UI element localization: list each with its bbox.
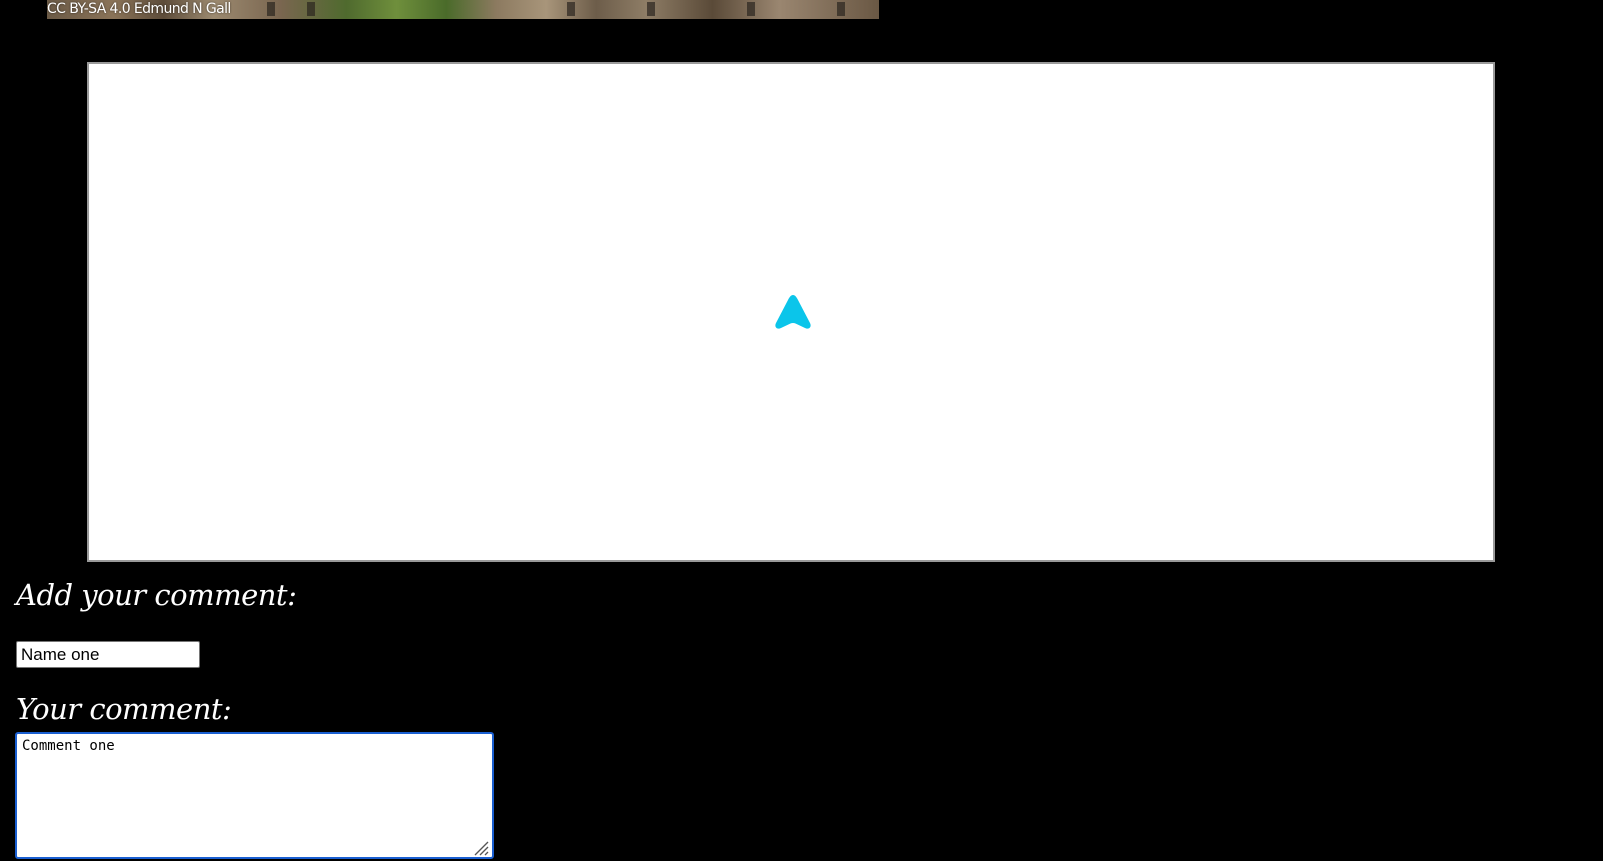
photo-detail — [307, 2, 315, 16]
comment-textarea[interactable]: Comment one — [15, 732, 494, 859]
photo-detail — [647, 2, 655, 16]
add-comment-heading: Add your comment: — [16, 578, 297, 612]
photo-credit: CC BY-SA 4.0 Edmund N Gall — [47, 1, 231, 17]
photo-detail — [267, 2, 275, 16]
your-comment-heading: Your comment: — [16, 692, 232, 726]
resize-grip-icon[interactable] — [471, 841, 489, 856]
photo-detail — [837, 2, 845, 16]
photo-banner: CC BY-SA 4.0 Edmund N Gall — [47, 0, 879, 19]
name-input[interactable] — [16, 641, 200, 668]
photo-detail — [747, 2, 755, 16]
embedded-map-frame[interactable] — [87, 62, 1495, 562]
photo-detail — [567, 2, 575, 16]
navigation-arrow-icon[interactable] — [772, 292, 814, 332]
